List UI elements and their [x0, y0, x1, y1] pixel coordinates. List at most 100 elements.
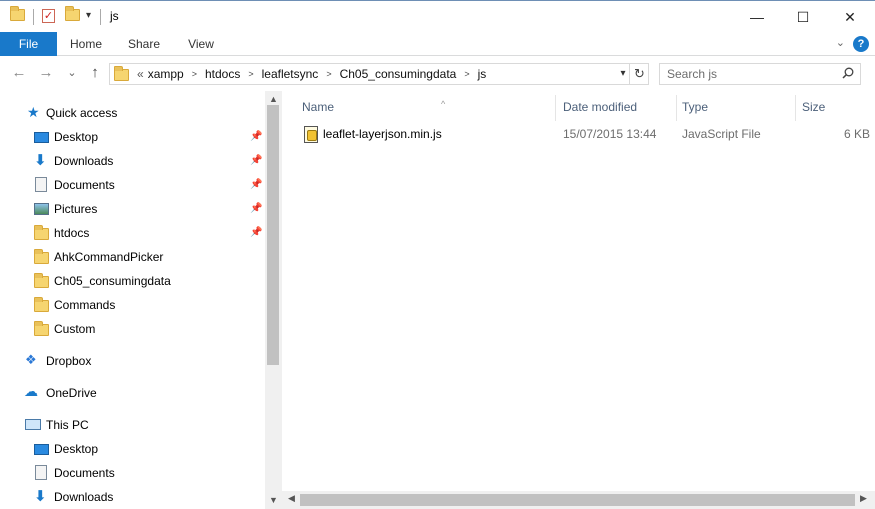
pin-icon[interactable]: 📌 [250, 155, 262, 166]
search-icon[interactable] [842, 67, 854, 79]
breadcrumb-xampp[interactable]: xampp [146, 67, 186, 81]
recent-locations-button[interactable]: ⌄ [63, 64, 81, 82]
dropbox-icon: ❖ [25, 352, 37, 367]
sidebar-item-ahkcommandpicker[interactable]: AhkCommandPicker [0, 245, 265, 269]
expand-ribbon-icon[interactable]: ⌄ [836, 36, 845, 49]
column-header-name[interactable]: ^ Name [302, 99, 445, 121]
sidebar-item-label: Downloads [54, 154, 114, 168]
pin-icon[interactable]: 📌 [250, 131, 262, 142]
scrollbar-thumb[interactable] [300, 494, 855, 506]
chevron-right-icon[interactable]: > [458, 69, 475, 79]
ribbon-tabs: File Home Share View ⌄ ? [0, 32, 875, 56]
title-bar: ✓ ▾ js — ☐ ✕ [0, 0, 875, 32]
sidebar-item-downloads[interactable]: ⬇ Downloads 📌 [0, 149, 265, 173]
back-button[interactable]: ← [10, 64, 28, 82]
sidebar-item-pc-downloads[interactable]: ⬇ Downloads [0, 485, 265, 509]
sidebar-item-label: Desktop [54, 442, 99, 456]
sidebar-item-htdocs[interactable]: htdocs 📌 [0, 221, 265, 245]
sidebar-item-documents[interactable]: Documents 📌 [0, 173, 265, 197]
chevron-right-icon[interactable]: > [242, 69, 259, 79]
tab-view[interactable]: View [177, 32, 225, 56]
breadcrumb: « xampp > htdocs > leafletsync > Ch05_co… [110, 64, 488, 84]
maximize-button[interactable]: ☐ [780, 1, 826, 33]
column-header-type[interactable]: Type [682, 99, 708, 121]
documents-icon [35, 177, 47, 192]
search-input[interactable] [660, 64, 838, 84]
sort-ascending-icon: ^ [441, 99, 446, 109]
navigation-pane: ★ Quick access Desktop 📌 ⬇ Downloads 📌 D… [0, 91, 265, 509]
column-divider[interactable] [555, 95, 556, 121]
tab-home[interactable]: Home [62, 32, 110, 56]
sidebar-item-dropbox[interactable]: ❖ Dropbox [0, 349, 265, 373]
properties-icon[interactable]: ✓ [42, 9, 55, 23]
scroll-up-icon[interactable]: ▲ [265, 94, 282, 104]
sidebar-item-ch05-consumingdata[interactable]: Ch05_consumingdata [0, 269, 265, 293]
scroll-down-icon[interactable]: ▼ [265, 495, 282, 505]
pin-icon[interactable]: 📌 [250, 227, 262, 238]
horizontal-scrollbar[interactable]: ◀ ▶ [282, 491, 875, 509]
breadcrumb-leafletsync[interactable]: leafletsync [260, 67, 321, 81]
sidebar-item-this-pc[interactable]: This PC [0, 413, 265, 437]
sidebar-item-label: Custom [54, 322, 96, 336]
sidebar-item-label: Ch05_consumingdata [54, 274, 171, 288]
folder-icon [34, 321, 49, 338]
minimize-button[interactable]: — [734, 1, 780, 33]
sidebar-item-commands[interactable]: Commands [0, 293, 265, 317]
folder-icon [34, 297, 49, 314]
scroll-left-icon[interactable]: ◀ [288, 493, 295, 504]
documents-icon [35, 465, 47, 480]
sidebar-item-label: OneDrive [46, 386, 97, 400]
customize-toolbar-icon[interactable]: ▾ [86, 10, 91, 21]
refresh-icon[interactable]: ↻ [629, 64, 649, 84]
scroll-right-icon[interactable]: ▶ [860, 493, 867, 504]
desktop-icon [34, 132, 49, 143]
file-row[interactable]: leaflet-layerjson.min.js 15/07/2015 13:4… [298, 123, 875, 145]
file-size: 6 KB [844, 127, 871, 141]
breadcrumb-overflow[interactable]: « [129, 67, 146, 81]
scrollbar-thumb[interactable] [267, 105, 279, 365]
sidebar-item-label: AhkCommandPicker [54, 250, 164, 264]
column-divider[interactable] [795, 95, 796, 121]
file-date: 15/07/2015 13:44 [563, 127, 657, 141]
new-folder-icon[interactable] [65, 6, 80, 21]
sidebar-item-pictures[interactable]: Pictures 📌 [0, 197, 265, 221]
up-button[interactable]: ↑ [86, 64, 104, 82]
sidebar-item-label: This PC [46, 418, 89, 432]
sidebar-item-label: Desktop [54, 130, 99, 144]
sidebar-item-label: htdocs [54, 226, 90, 240]
breadcrumb-js[interactable]: js [476, 67, 489, 81]
file-name[interactable]: leaflet-layerjson.min.js [323, 127, 442, 141]
sidebar-item-label: Quick access [46, 106, 118, 120]
column-header-size[interactable]: Size [802, 99, 825, 121]
close-button[interactable]: ✕ [827, 1, 873, 33]
pin-icon[interactable]: 📌 [250, 203, 262, 214]
sidebar-item-pc-documents[interactable]: Documents [0, 461, 265, 485]
sidebar-item-pc-desktop[interactable]: Desktop [0, 437, 265, 461]
downloads-icon: ⬇ [34, 488, 47, 505]
sidebar-item-desktop[interactable]: Desktop 📌 [0, 125, 265, 149]
breadcrumb-htdocs[interactable]: htdocs [203, 67, 242, 81]
chevron-right-icon[interactable]: > [320, 69, 337, 79]
sidebar-item-label: Pictures [54, 202, 98, 216]
chevron-right-icon[interactable]: > [186, 69, 203, 79]
sidebar-item-label: Documents [54, 178, 115, 192]
tab-share[interactable]: Share [120, 32, 168, 56]
column-divider[interactable] [676, 95, 677, 121]
sidebar-item-custom[interactable]: Custom [0, 317, 265, 341]
breadcrumb-ch05[interactable]: Ch05_consumingdata [338, 67, 459, 81]
toolbar-divider [100, 9, 101, 25]
help-icon[interactable]: ? [853, 36, 869, 52]
cloud-icon: ☁ [24, 383, 38, 399]
search-box[interactable] [659, 63, 861, 85]
toolbar-divider [33, 9, 34, 25]
sidebar-item-onedrive[interactable]: ☁ OneDrive [0, 381, 265, 405]
tab-file[interactable]: File [0, 32, 57, 56]
forward-button[interactable]: → [37, 64, 55, 82]
sidebar-item-quick-access[interactable]: ★ Quick access [0, 101, 265, 125]
column-header-date[interactable]: Date modified [563, 99, 637, 121]
address-bar[interactable]: « xampp > htdocs > leafletsync > Ch05_co… [109, 63, 649, 85]
navigation-scrollbar[interactable]: ▲ ▼ [265, 91, 282, 509]
folder-icon [114, 66, 129, 81]
pin-icon[interactable]: 📌 [250, 179, 262, 190]
star-icon: ★ [27, 104, 40, 120]
